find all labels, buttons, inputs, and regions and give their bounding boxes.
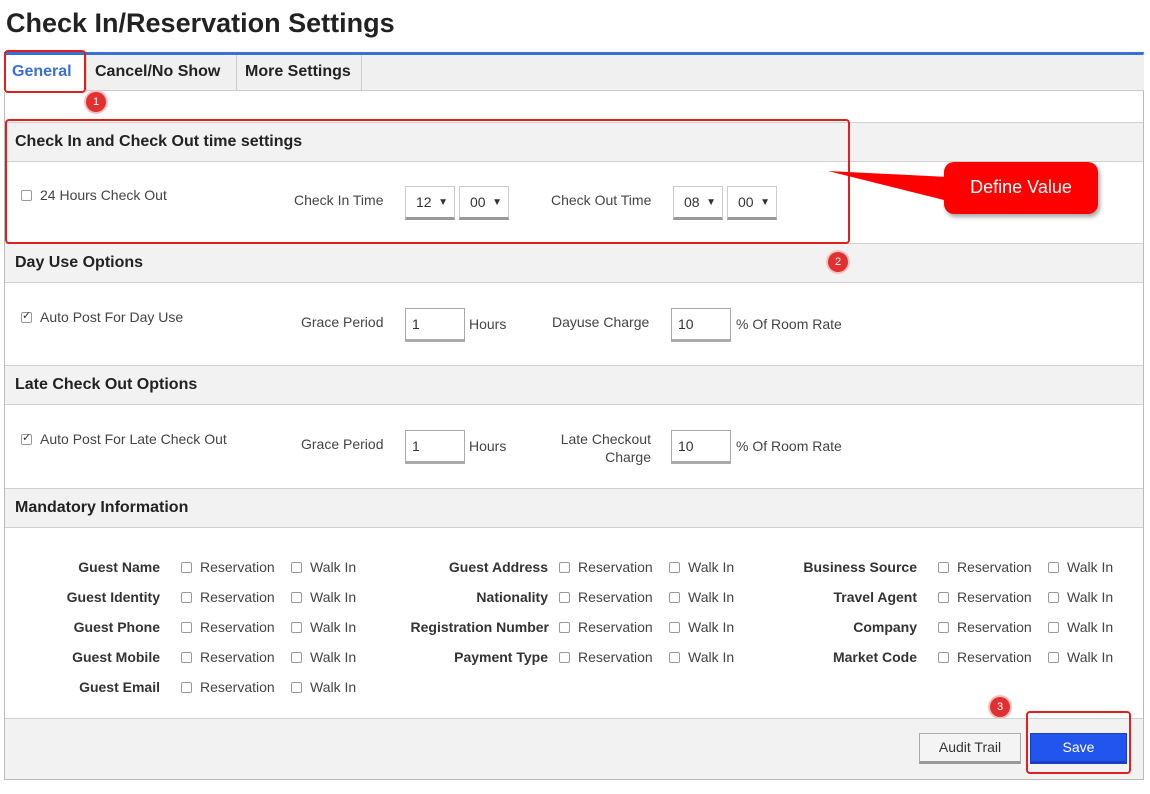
late-checkout-autopost-checkbox[interactable]	[21, 431, 32, 445]
guest-name-walkin-checkbox[interactable]	[291, 562, 302, 573]
guest-email-walkin-checkbox[interactable]	[291, 682, 302, 693]
walkin-label: Walk In	[688, 589, 735, 605]
mandatory-heading: Mandatory Information	[5, 488, 1143, 528]
dayuse-charge-input[interactable]: 10	[671, 308, 731, 342]
walkin-label: Walk In	[310, 619, 357, 635]
reservation-label: Reservation	[200, 619, 275, 635]
company-walkin-checkbox[interactable]	[1048, 622, 1059, 633]
walkin-label: Walk In	[1067, 589, 1114, 605]
reservation-label: Reservation	[578, 649, 653, 665]
mand-label-company: Company	[853, 619, 917, 635]
guest-phone-reservation-checkbox[interactable]	[181, 622, 192, 633]
day-use-grace-unit: Hours	[469, 316, 507, 332]
day-use-heading: Day Use Options	[5, 243, 1143, 283]
payment-type-reservation-checkbox[interactable]	[559, 652, 570, 663]
late-checkout-grace-unit: Hours	[469, 438, 507, 454]
walkin-label: Walk In	[310, 679, 357, 695]
audit-trail-button[interactable]: Audit Trail	[919, 733, 1021, 764]
walkin-label: Walk In	[310, 649, 357, 665]
nationality-reservation-checkbox[interactable]	[559, 592, 570, 603]
guest-address-walkin-checkbox[interactable]	[669, 562, 680, 573]
reservation-label: Reservation	[957, 559, 1032, 575]
guest-email-reservation-checkbox[interactable]	[181, 682, 192, 693]
guest-phone-walkin-checkbox[interactable]	[291, 622, 302, 633]
late-checkout-heading: Late Check Out Options	[5, 365, 1143, 405]
step-badge-2: 2	[828, 252, 848, 272]
reservation-label: Reservation	[200, 559, 275, 575]
mand-label-guest-phone: Guest Phone	[73, 619, 160, 635]
walkin-label: Walk In	[688, 619, 735, 635]
walkin-label: Walk In	[1067, 619, 1114, 635]
late-checkout-charge-input[interactable]: 10	[671, 430, 731, 464]
highlight-time-settings	[5, 119, 850, 244]
reservation-label: Reservation	[957, 589, 1032, 605]
callout-pointer	[828, 171, 948, 201]
reservation-label: Reservation	[200, 649, 275, 665]
highlight-save-button	[1026, 711, 1131, 774]
day-use-grace-input[interactable]: 1	[405, 308, 465, 342]
market-code-reservation-checkbox[interactable]	[938, 652, 949, 663]
mand-label-nationality: Nationality	[476, 589, 548, 605]
step-badge-3: 3	[990, 697, 1010, 717]
mand-label-guest-address: Guest Address	[448, 559, 548, 575]
walkin-label: Walk In	[1067, 649, 1114, 665]
guest-mobile-reservation-checkbox[interactable]	[181, 652, 192, 663]
walkin-label: Walk In	[310, 589, 357, 605]
page-title: Check In/Reservation Settings	[6, 8, 395, 38]
late-checkout-charge-label-1: Late Checkout	[560, 431, 651, 447]
reservation-label: Reservation	[578, 589, 653, 605]
highlight-general-tab	[4, 50, 86, 93]
company-reservation-checkbox[interactable]	[938, 622, 949, 633]
registration-number-reservation-checkbox[interactable]	[559, 622, 570, 633]
mand-label-travel-agent: Travel Agent	[833, 589, 917, 605]
mand-label-market-code: Market Code	[832, 649, 917, 665]
walkin-label: Walk In	[688, 649, 735, 665]
walkin-label: Walk In	[688, 559, 735, 575]
late-checkout-autopost-label: Auto Post For Late Check Out	[40, 431, 227, 447]
guest-address-reservation-checkbox[interactable]	[559, 562, 570, 573]
guest-mobile-walkin-checkbox[interactable]	[291, 652, 302, 663]
reservation-label: Reservation	[957, 649, 1032, 665]
reservation-label: Reservation	[578, 619, 653, 635]
tab-bar: General Cancel/No Show More Settings	[4, 55, 1144, 92]
registration-number-walkin-checkbox[interactable]	[669, 622, 680, 633]
nationality-walkin-checkbox[interactable]	[669, 592, 680, 603]
walkin-label: Walk In	[1067, 559, 1114, 575]
dayuse-charge-unit: % Of Room Rate	[736, 316, 842, 332]
mand-label-guest-mobile: Guest Mobile	[72, 649, 160, 665]
step-badge-1: 1	[86, 92, 106, 112]
reservation-label: Reservation	[578, 559, 653, 575]
reservation-label: Reservation	[200, 679, 275, 695]
mand-label-guest-email: Guest Email	[79, 679, 160, 695]
reservation-label: Reservation	[957, 619, 1032, 635]
mand-label-payment-type: Payment Type	[454, 649, 548, 665]
guest-name-reservation-checkbox[interactable]	[181, 562, 192, 573]
market-code-walkin-checkbox[interactable]	[1048, 652, 1059, 663]
guest-identity-reservation-checkbox[interactable]	[181, 592, 192, 603]
day-use-grace-label: Grace Period	[301, 314, 384, 330]
late-checkout-charge-label-2: Charge	[605, 449, 651, 465]
dayuse-charge-label: Dayuse Charge	[552, 314, 650, 330]
walkin-label: Walk In	[310, 559, 357, 575]
business-source-walkin-checkbox[interactable]	[1048, 562, 1059, 573]
late-checkout-grace-label: Grace Period	[301, 436, 384, 452]
callout-pointer-shape	[828, 171, 948, 201]
tab-cancel-no-show[interactable]: Cancel/No Show	[87, 55, 237, 91]
late-checkout-grace-input[interactable]: 1	[405, 430, 465, 464]
mand-label-guest-name: Guest Name	[78, 559, 160, 575]
mand-label-business-source: Business Source	[803, 559, 917, 575]
reservation-label: Reservation	[200, 589, 275, 605]
late-checkout-charge-unit: % Of Room Rate	[736, 438, 842, 454]
business-source-reservation-checkbox[interactable]	[938, 562, 949, 573]
travel-agent-reservation-checkbox[interactable]	[938, 592, 949, 603]
define-value-callout: Define Value	[944, 162, 1098, 214]
day-use-autopost-label: Auto Post For Day Use	[40, 309, 184, 325]
payment-type-walkin-checkbox[interactable]	[669, 652, 680, 663]
mand-label-guest-identity: Guest Identity	[66, 589, 160, 605]
travel-agent-walkin-checkbox[interactable]	[1048, 592, 1059, 603]
day-use-autopost-checkbox[interactable]	[21, 309, 32, 323]
tab-more-settings[interactable]: More Settings	[237, 55, 362, 91]
mand-label-registration-number: Registration Number	[410, 619, 549, 635]
guest-identity-walkin-checkbox[interactable]	[291, 592, 302, 603]
